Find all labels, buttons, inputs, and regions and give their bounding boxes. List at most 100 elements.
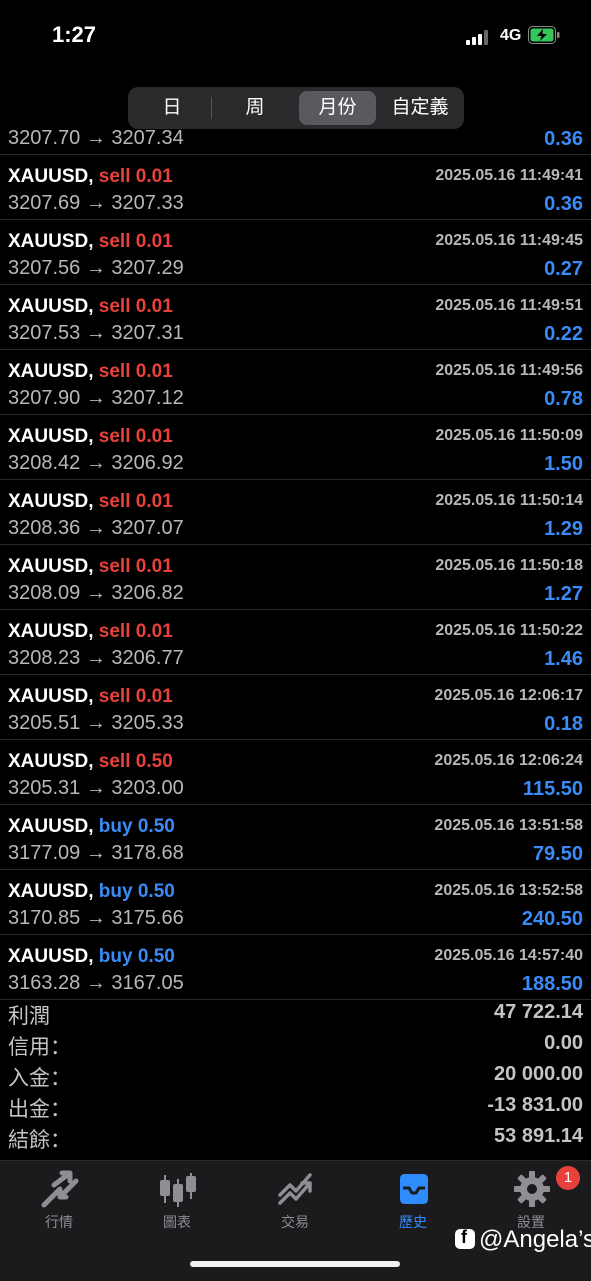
battery-charging-icon: [528, 26, 560, 44]
trade-volume: 0.50: [137, 946, 175, 967]
tab-history[interactable]: 歷史: [354, 1161, 472, 1236]
trade-history-list[interactable]: XAUUSD, sell 0.013207.70 → 3207.340.36XA…: [0, 90, 591, 1000]
trade-symbol: XAUUSD,: [8, 361, 94, 382]
trade-icon: [278, 1173, 312, 1205]
trade-volume: 0.01: [135, 361, 173, 382]
trade-row[interactable]: XAUUSD, sell 0.50 2025.05.16 12:06:24 3205…: [0, 740, 591, 805]
trade-title: XAUUSD, sell 0.01: [8, 166, 173, 188]
open-price: 3205.51: [8, 712, 81, 734]
trade-volume: 0.01: [135, 426, 173, 447]
summary-row: 利潤 47 722.14: [0, 998, 591, 1029]
tab-week[interactable]: 周: [214, 91, 296, 125]
trade-symbol: XAUUSD,: [8, 296, 94, 317]
trade-profit: 0.78: [544, 388, 583, 410]
tab-chart[interactable]: 圖表: [118, 1161, 236, 1236]
arrow-right-icon: →: [80, 972, 112, 994]
trade-prices: 3208.09 → 3206.82: [8, 582, 184, 605]
tab-chart-label: 圖表: [163, 1214, 191, 1230]
network-type: 4G: [500, 27, 522, 44]
tab-day[interactable]: 日: [132, 91, 212, 125]
trade-row[interactable]: XAUUSD, sell 0.01 2025.05.16 11:49:56 3207…: [0, 350, 591, 415]
trade-volume: 0.01: [135, 166, 173, 187]
trade-title: XAUUSD, buy 0.50: [8, 881, 175, 903]
arrow-right-icon: →: [80, 712, 112, 734]
tab-settings[interactable]: 1 設置: [472, 1161, 590, 1236]
trade-symbol: XAUUSD,: [8, 751, 94, 772]
close-price: 3175.66: [111, 907, 184, 929]
trade-time: 2025.05.16 11:49:56: [435, 362, 583, 379]
trade-profit: 0.18: [544, 713, 583, 735]
trade-prices: 3177.09 → 3178.68: [8, 842, 184, 865]
summary-label: 信用：: [8, 1036, 71, 1059]
trade-row[interactable]: XAUUSD, sell 0.01 2025.05.16 11:50:18 3208…: [0, 545, 591, 610]
open-price: 3170.85: [8, 907, 81, 929]
history-icon: [400, 1174, 428, 1204]
summary-row: 結餘： 53 891.14: [0, 1122, 591, 1153]
trade-profit: 1.29: [544, 518, 583, 540]
trade-row[interactable]: XAUUSD, sell 0.01 2025.05.16 12:06:17 3205…: [0, 675, 591, 740]
close-price: 3206.92: [111, 452, 184, 474]
trade-row[interactable]: XAUUSD, sell 0.01 2025.05.16 11:50:09 3208…: [0, 415, 591, 480]
trade-profit: 1.50: [544, 453, 583, 475]
summary-label: 入金：: [8, 1067, 71, 1090]
segment-divider: [211, 97, 212, 119]
cellular-signal-icon: [466, 29, 492, 45]
arrow-right-icon: →: [80, 192, 112, 214]
trade-title: XAUUSD, sell 0.01: [8, 621, 173, 643]
trade-row[interactable]: XAUUSD, sell 0.01 2025.05.16 11:50:14 3208…: [0, 480, 591, 545]
summary-label: 結餘：: [8, 1129, 71, 1152]
summary-row: 出金： -13 831.00: [0, 1091, 591, 1122]
arrow-right-icon: →: [80, 452, 112, 474]
close-price: 3203.00: [111, 777, 184, 799]
trade-row[interactable]: XAUUSD, buy 0.50 2025.05.16 13:52:58 3170.…: [0, 870, 591, 935]
summary-label: 利潤: [8, 1005, 50, 1028]
tab-quotes[interactable]: 行情: [0, 1161, 118, 1236]
arrow-right-icon: →: [80, 907, 112, 929]
trade-time: 2025.05.16 11:50:22: [435, 622, 583, 639]
trade-title: XAUUSD, sell 0.01: [8, 686, 173, 708]
trade-row[interactable]: XAUUSD, sell 0.01 2025.05.16 11:49:45 3207…: [0, 220, 591, 285]
trade-prices: 3207.90 → 3207.12: [8, 387, 184, 410]
arrow-right-icon: →: [80, 257, 112, 279]
trade-volume: 0.01: [135, 686, 173, 707]
status-bar: 1:27 4G: [0, 0, 591, 70]
trade-symbol: XAUUSD,: [8, 881, 94, 902]
tab-trade[interactable]: 交易: [236, 1161, 354, 1236]
trade-time: 2025.05.16 13:51:58: [434, 817, 583, 834]
home-indicator[interactable]: [190, 1261, 400, 1267]
trade-row[interactable]: XAUUSD, buy 0.50 2025.05.16 13:51:58 3177.…: [0, 805, 591, 870]
trade-volume: 0.01: [135, 231, 173, 252]
trade-symbol: XAUUSD,: [8, 491, 94, 512]
trade-symbol: XAUUSD,: [8, 166, 94, 187]
tab-month[interactable]: 月份: [299, 91, 376, 125]
trade-profit: 0.22: [544, 323, 583, 345]
open-price: 3208.23: [8, 647, 81, 669]
trade-row[interactable]: XAUUSD, sell 0.01 2025.05.16 11:49:51 3207…: [0, 285, 591, 350]
arrow-right-icon: →: [80, 842, 112, 864]
trade-prices: 3207.53 → 3207.31: [8, 322, 184, 345]
trade-prices: 3207.70 → 3207.34: [8, 127, 184, 150]
trade-time: 2025.05.16 11:50:14: [435, 492, 583, 509]
trade-row[interactable]: XAUUSD, sell 0.01 2025.05.16 11:49:41 3207…: [0, 155, 591, 220]
trade-title: XAUUSD, buy 0.50: [8, 946, 175, 968]
trade-profit: 240.50: [521, 908, 583, 930]
trade-symbol: XAUUSD,: [8, 556, 94, 577]
summary-value: 47 722.14: [494, 1001, 583, 1023]
trade-title: XAUUSD, sell 0.01: [8, 296, 173, 318]
period-segmented-control: 日 周 月份 自定義: [128, 87, 464, 129]
trade-profit: 0.27: [544, 258, 583, 280]
trade-side: sell: [98, 556, 131, 577]
close-price: 3207.34: [111, 127, 184, 149]
trade-side: buy: [98, 881, 133, 902]
close-price: 3206.82: [111, 582, 184, 604]
trade-profit: 0.36: [544, 193, 583, 215]
open-price: 3207.69: [8, 192, 81, 214]
open-price: 3207.70: [8, 127, 81, 149]
trade-row[interactable]: XAUUSD, sell 0.01 2025.05.16 11:50:22 3208…: [0, 610, 591, 675]
trade-prices: 3207.56 → 3207.29: [8, 257, 184, 280]
tab-quotes-label: 行情: [45, 1214, 73, 1230]
trade-row[interactable]: XAUUSD, buy 0.50 2025.05.16 14:57:40 3163.…: [0, 935, 591, 1000]
trade-volume: 0.01: [135, 296, 173, 317]
tab-custom[interactable]: 自定義: [380, 91, 460, 125]
trade-title: XAUUSD, sell 0.01: [8, 361, 173, 383]
